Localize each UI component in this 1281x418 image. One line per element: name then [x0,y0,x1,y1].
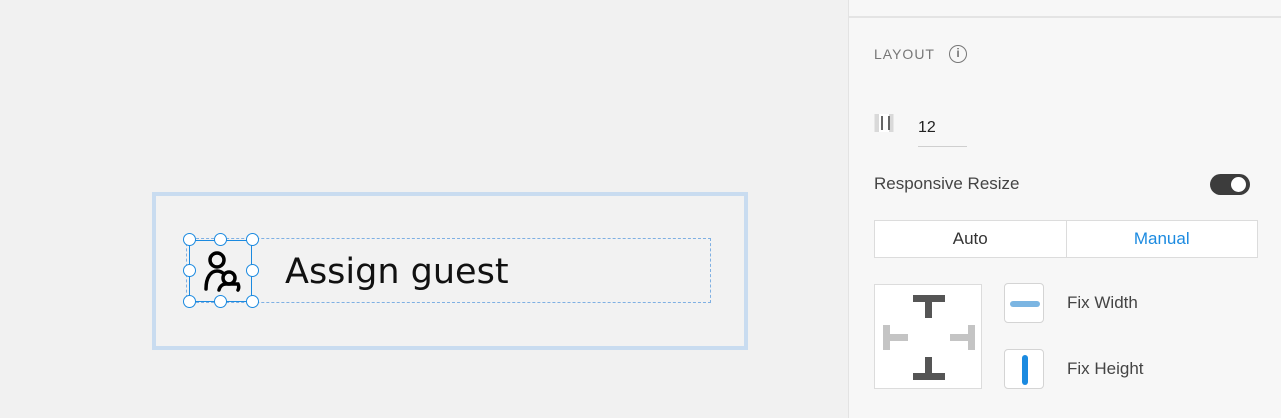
pin-top-icon [913,295,945,318]
assign-person-icon [204,251,241,292]
mode-auto-button[interactable]: Auto [875,221,1067,257]
fix-height-button[interactable] [1004,349,1044,389]
pin-bottom-icon [913,357,945,380]
resize-mode-control: Auto Manual [874,220,1258,258]
resize-handle-left[interactable] [183,264,196,277]
resize-handle-bottom[interactable] [214,295,227,308]
resize-handle-bottom-left[interactable] [183,295,196,308]
selected-icon-layer[interactable] [189,240,252,302]
mode-manual-button[interactable]: Manual [1067,221,1258,257]
resize-handle-bottom-right[interactable] [246,295,259,308]
properties-panel: LAYOUT i Responsive Resize Auto Manual [848,0,1281,418]
fix-height-icon [1022,355,1028,385]
padding-icon [874,113,894,133]
resize-handle-right[interactable] [246,264,259,277]
pin-left-icon [883,325,908,350]
layout-section-title: LAYOUT [874,46,935,62]
resize-handle-top-right[interactable] [246,233,259,246]
panel-top-divider [849,0,1281,18]
resize-handle-top-left[interactable] [183,233,196,246]
responsive-resize-toggle[interactable] [1210,174,1250,195]
design-canvas[interactable]: Assign guest [0,0,848,418]
fix-width-icon [1010,301,1040,307]
resize-handle-top[interactable] [214,233,227,246]
fix-height-label: Fix Height [1067,359,1144,378]
fix-width-label: Fix Width [1067,293,1138,312]
item-text-label[interactable]: Assign guest [285,250,509,294]
pin-right-icon [950,325,975,350]
fix-width-button[interactable] [1004,283,1044,323]
pin-constraints-widget[interactable] [874,284,982,389]
padding-input[interactable] [918,110,967,147]
responsive-resize-label: Responsive Resize [874,174,1020,193]
toggle-knob [1231,177,1246,192]
info-icon[interactable]: i [949,45,967,63]
